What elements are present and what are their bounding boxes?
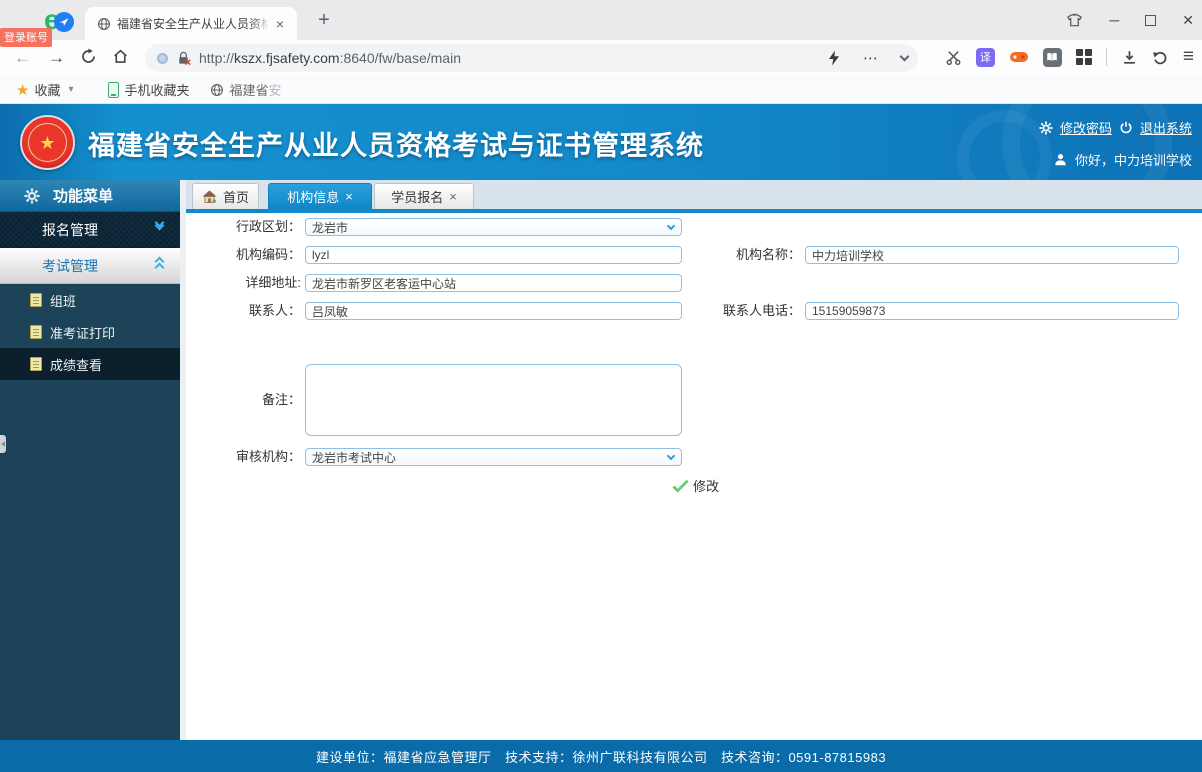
insecure-lock-icon[interactable]	[176, 50, 191, 66]
chevron-double-up-icon	[154, 256, 166, 273]
browser-titlebar: e 登录账号 福建省安全生产从业人员资格考 × + ─ ✕	[0, 0, 1202, 47]
sidebar-group-exam[interactable]: 考试管理	[0, 248, 180, 284]
downloads-icon[interactable]	[1121, 49, 1138, 66]
tab-student-enroll[interactable]: 学员报名 ×	[374, 183, 474, 209]
chevron-down-icon	[666, 221, 676, 231]
url-text[interactable]: http://kszx.fjsafety.com:8640/fw/base/ma…	[199, 50, 461, 66]
globe-icon	[210, 83, 223, 96]
undo-restore-icon[interactable]	[1152, 49, 1169, 66]
change-password-link[interactable]: 修改密码	[1060, 118, 1112, 137]
url-more-icon[interactable]: ⋯	[863, 49, 879, 67]
sidebar-item-score-view[interactable]: 成绩查看	[0, 348, 180, 380]
phone-input[interactable]	[805, 302, 1179, 320]
sidebar-menu-title: 功能菜单	[0, 180, 180, 212]
star-icon: ★	[16, 81, 30, 99]
chevron-double-down-icon	[154, 217, 166, 237]
bookmark-mobile-folder[interactable]: 手机收藏夹	[107, 80, 190, 99]
gear-icon	[1039, 120, 1053, 135]
phone-label: 联系人电话：	[722, 303, 801, 318]
browser-tab-title: 福建省安全生产从业人员资格考	[117, 17, 267, 31]
favorites-caret-icon[interactable]: ▾	[68, 84, 73, 95]
tab-close-icon[interactable]: ×	[271, 16, 289, 32]
document-icon	[30, 357, 42, 371]
audit-org-select[interactable]: 龙岩市考试中心	[305, 448, 682, 466]
sidebar-collapse-handle[interactable]	[0, 435, 6, 453]
sidebar-item-admission-ticket-print[interactable]: 准考证打印	[0, 316, 180, 348]
bookmarks-bar: ★ 收藏 ▾ 手机收藏夹 福建省安	[0, 76, 1202, 104]
remark-textarea[interactable]	[305, 364, 682, 436]
browser-account-icon[interactable]	[54, 12, 74, 32]
modify-button[interactable]: 修改	[672, 476, 719, 495]
games-icon[interactable]	[1009, 50, 1029, 64]
reload-icon[interactable]	[80, 48, 97, 65]
user-icon	[1055, 154, 1066, 166]
url-bar[interactable]: http://kszx.fjsafety.com:8640/fw/base/ma…	[145, 44, 918, 72]
tab-home[interactable]: 首页	[192, 183, 259, 209]
sidebar: 功能菜单 报名管理 考试管理 组班 准考证打印 成绩查看	[0, 180, 180, 740]
favorites-button[interactable]: ★ 收藏 ▾	[16, 80, 88, 99]
main-content: 首页 机构信息 × 学员报名 × 行政区划： 龙岩市 机构编码： 机构名称： 详…	[186, 180, 1202, 740]
tab-org-info[interactable]: 机构信息 ×	[268, 183, 372, 209]
check-icon	[672, 479, 689, 492]
browser-tab[interactable]: 福建省安全生产从业人员资格考 ×	[85, 7, 297, 40]
remark-label: 备注：	[261, 392, 301, 407]
org-name-label: 机构名称：	[735, 247, 801, 262]
app-footer: 建设单位：福建省应急管理厅 技术支持：徐州广联科技有限公司 技术咨询：0591-…	[0, 740, 1202, 772]
translate-icon[interactable]: 译	[975, 47, 995, 67]
maximize-button[interactable]	[1145, 14, 1157, 26]
lightning-icon[interactable]	[827, 50, 841, 66]
address-label: 详细地址:	[245, 275, 301, 290]
address-input[interactable]	[305, 274, 682, 292]
document-icon	[30, 293, 42, 307]
window-close-button[interactable]: ✕	[1182, 12, 1194, 29]
org-code-label: 机构编码：	[235, 247, 301, 262]
browser-skin-icon[interactable]	[1066, 13, 1083, 28]
new-tab-button[interactable]: +	[312, 9, 336, 32]
back-icon[interactable]: ←	[14, 48, 31, 68]
greeting-text: 你好，中力培训学校	[1074, 153, 1192, 168]
document-icon	[30, 325, 42, 339]
address-bar-row: ← → http://kszx.fjsafety.com:8640/fw/bas…	[0, 40, 1202, 76]
tab-close-icon[interactable]: ×	[449, 190, 457, 203]
page-tabbar: 首页 机构信息 × 学员报名 ×	[186, 180, 1202, 209]
home-icon	[202, 190, 217, 203]
logout-link[interactable]: 退出系统	[1140, 118, 1192, 137]
org-code-input[interactable]	[305, 246, 682, 264]
tab-close-icon[interactable]: ×	[345, 190, 353, 203]
contact-label: 联系人：	[248, 303, 301, 318]
org-name-input[interactable]	[805, 246, 1179, 264]
chevron-down-icon	[666, 451, 676, 461]
sidebar-item-group-class[interactable]: 组班	[0, 284, 180, 316]
power-icon	[1120, 121, 1132, 133]
region-select[interactable]: 龙岩市	[305, 218, 682, 236]
screenshot-scissors-icon[interactable]	[945, 49, 962, 66]
url-dropdown-icon[interactable]	[899, 51, 910, 62]
agency-emblem-logo: ★	[20, 115, 75, 170]
browser-menu-icon[interactable]: ≡	[1183, 46, 1194, 68]
forward-icon[interactable]: →	[48, 48, 65, 68]
minimize-button[interactable]: ─	[1109, 12, 1119, 28]
phone-icon	[107, 81, 119, 98]
site-info-icon[interactable]	[157, 52, 168, 64]
region-label: 行政区划：	[235, 219, 301, 234]
contact-input[interactable]	[305, 302, 682, 320]
app-header: ★ 福建省安全生产从业人员资格考试与证书管理系统 修改密码 退出系统 你好，中力…	[0, 104, 1202, 180]
gear-icon	[24, 188, 40, 203]
audit-org-label: 审核机构：	[235, 449, 301, 464]
apps-grid-icon[interactable]	[1075, 49, 1092, 65]
emblem-star-icon: ★	[39, 132, 56, 153]
login-account-badge[interactable]: 登录账号	[0, 28, 52, 47]
footer-text: 建设单位：福建省应急管理厅 技术支持：徐州广联科技有限公司 技术咨询：0591-…	[315, 749, 887, 765]
globe-icon	[98, 17, 110, 30]
reading-mode-icon[interactable]	[1042, 47, 1062, 67]
system-title: 福建省安全生产从业人员资格考试与证书管理系统	[88, 131, 704, 161]
bookmark-site[interactable]: 福建省安	[210, 80, 282, 99]
sidebar-group-enrollment[interactable]: 报名管理	[0, 212, 180, 248]
home-icon[interactable]	[112, 48, 129, 65]
